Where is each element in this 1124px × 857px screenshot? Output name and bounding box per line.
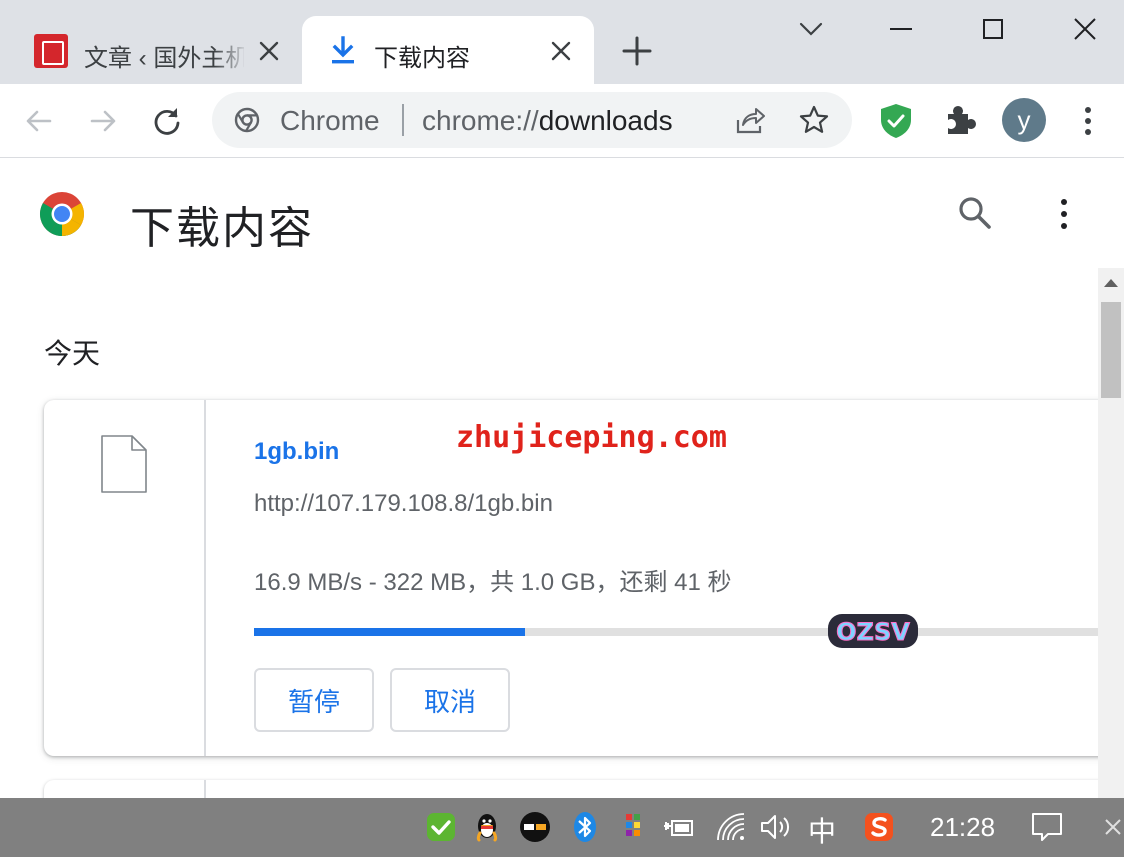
shield-check-icon[interactable] — [878, 102, 914, 140]
page-title: 下载内容 — [130, 204, 314, 253]
cancel-button[interactable]: 取消 — [390, 668, 510, 732]
profile-avatar[interactable]: y — [1002, 98, 1046, 142]
forward-arrow-icon[interactable] — [86, 104, 120, 138]
tab-downloads[interactable]: 下载内容 — [302, 16, 594, 84]
downloads-list: 今天 1gb.bin http://107.179.108.8/1gb.bin … — [0, 268, 1098, 798]
notification-icon[interactable] — [1030, 810, 1064, 844]
security-check-icon[interactable] — [424, 810, 458, 844]
download-item — [44, 780, 1098, 798]
chrome-logo-icon — [39, 192, 84, 237]
watermark-text: zhujiceping.com — [456, 420, 727, 455]
svg-text:OZSV: OZSV — [836, 618, 910, 646]
extensions-puzzle-icon[interactable] — [942, 102, 978, 138]
browser-toolbar: Chrome chrome://downloads y — [0, 84, 1124, 158]
tab-title: 下载内容 — [374, 45, 470, 72]
chevron-down-icon[interactable] — [796, 14, 826, 44]
qq-penguin-icon[interactable] — [470, 810, 504, 844]
section-date: 今天 — [44, 338, 101, 369]
site-logo-icon — [34, 34, 68, 68]
minimize-icon[interactable] — [884, 12, 918, 46]
ime-indicator[interactable]: 中 — [808, 810, 836, 850]
sogou-ime-icon[interactable] — [862, 810, 896, 844]
download-status: 16.9 MB/s - 322 MB，共 1.0 GB，还剩 41 秒 — [254, 569, 732, 596]
downloads-header: 下载内容 — [0, 158, 1124, 268]
omnibox-separator — [402, 104, 404, 136]
maximize-icon[interactable] — [976, 12, 1010, 46]
reload-icon[interactable] — [150, 104, 184, 138]
scrollbar[interactable] — [1098, 268, 1124, 798]
more-vertical-icon[interactable] — [1052, 196, 1076, 232]
progress-fill — [254, 628, 525, 636]
tab-strip: 文章 ‹ 国外主机测评 下载内容 — [0, 0, 1124, 84]
file-name-link[interactable]: 1gb.bin — [254, 438, 339, 466]
ozsv-sticker-icon: OZSV — [828, 614, 918, 648]
scroll-up-arrow-icon[interactable] — [1098, 268, 1124, 298]
plus-icon[interactable] — [620, 34, 654, 68]
app-tray-icon[interactable] — [518, 810, 552, 844]
close-icon[interactable] — [548, 38, 574, 64]
file-url[interactable]: http://107.179.108.8/1gb.bin — [254, 490, 553, 518]
color-grid-icon[interactable] — [616, 810, 650, 844]
card-divider — [204, 780, 206, 798]
search-icon[interactable] — [956, 194, 994, 232]
tab-title-fade — [214, 30, 248, 70]
address-bar[interactable]: Chrome chrome://downloads — [212, 92, 852, 148]
file-icon — [101, 435, 147, 493]
taskbar: 中 21:28 — [0, 798, 1124, 857]
bookmark-star-icon[interactable] — [798, 104, 830, 136]
tab-articles[interactable]: 文章 ‹ 国外主机测评 — [18, 16, 298, 84]
progress-bar — [254, 628, 1098, 636]
bluetooth-icon[interactable] — [568, 810, 602, 844]
close-icon[interactable] — [256, 38, 282, 64]
back-arrow-icon[interactable] — [22, 104, 56, 138]
chrome-icon — [234, 107, 260, 133]
volume-icon[interactable] — [758, 810, 792, 844]
card-divider — [204, 400, 206, 756]
window-close-icon[interactable] — [1068, 12, 1102, 46]
url-text[interactable]: chrome://downloads — [422, 105, 673, 137]
pause-button[interactable]: 暂停 — [254, 668, 374, 732]
download-icon — [332, 36, 354, 64]
scheme-label: Chrome — [280, 105, 380, 136]
share-icon[interactable] — [734, 106, 766, 136]
clock-time[interactable]: 21:28 — [930, 812, 995, 843]
more-vertical-icon[interactable] — [1076, 104, 1100, 138]
wifi-icon[interactable] — [714, 810, 748, 844]
show-desktop-icon[interactable] — [1102, 816, 1124, 838]
battery-plug-icon[interactable] — [662, 810, 696, 844]
scroll-thumb[interactable] — [1101, 302, 1121, 398]
